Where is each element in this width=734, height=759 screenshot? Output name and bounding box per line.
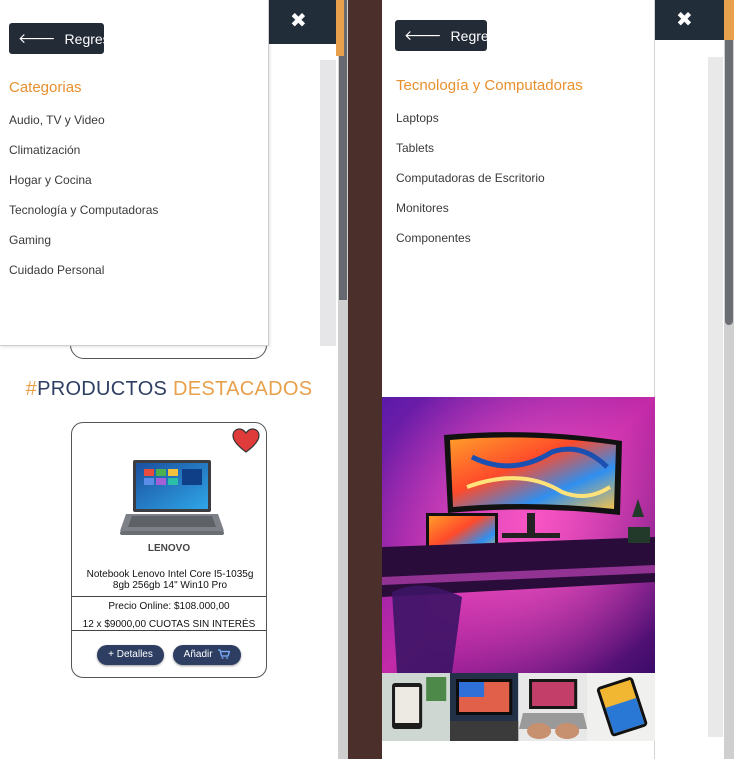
- heading-word-destacados: DESTACADOS: [173, 378, 313, 400]
- thumbnail-tablet-reader[interactable]: [382, 673, 451, 741]
- product-image[interactable]: [120, 457, 224, 537]
- subcategory-item-laptops[interactable]: Laptops: [396, 110, 545, 140]
- subcategory-drawer: 🡐 Regresar Tecnología y Computadoras Lap…: [382, 0, 655, 759]
- left-scrollbar[interactable]: [338, 0, 348, 759]
- back-button-label: Regresar: [64, 30, 123, 47]
- add-to-cart-button[interactable]: Añadir: [173, 645, 241, 665]
- drawer-title: Categorias: [9, 79, 82, 96]
- arrow-left-icon: 🡐: [18, 31, 56, 47]
- heart-icon[interactable]: [232, 428, 260, 454]
- category-drawer: 🡐 Regresar Categorias Audio, TV y Video …: [0, 0, 269, 346]
- category-item-hogar-cocina[interactable]: Hogar y Cocina: [9, 172, 158, 202]
- category-item-gaming[interactable]: Gaming: [9, 232, 158, 262]
- page-background-strip: [708, 57, 723, 737]
- details-button[interactable]: + Detalles: [97, 645, 164, 665]
- back-button[interactable]: 🡐 Regresar: [9, 23, 122, 54]
- subcategory-item-tablets[interactable]: Tablets: [396, 140, 545, 170]
- header-bar: ✖: [654, 0, 734, 56]
- subcategory-list: Laptops Tablets Computadoras de Escritor…: [396, 110, 545, 260]
- category-item-climatizacion[interactable]: Climatización: [9, 142, 158, 172]
- back-button-label: Regresar: [450, 27, 509, 44]
- product-name: Notebook Lenovo Intel Core I5-1035g 8gb …: [86, 569, 254, 591]
- category-list: Audio, TV y Video Climatización Hogar y …: [9, 112, 158, 292]
- back-button[interactable]: 🡐 Regresar: [395, 20, 508, 51]
- add-to-cart-label: Añadir: [183, 649, 213, 660]
- thumbnail-tablet-colorful[interactable]: [586, 673, 655, 741]
- heading-hash: #: [25, 378, 38, 400]
- product-installments: 12 x $9000,00 CUOTAS SIN INTERÉS: [82, 619, 256, 630]
- heading-word-productos: PRODUCTOS: [37, 378, 168, 400]
- category-item-audio-tv-video[interactable]: Audio, TV y Video: [9, 112, 158, 142]
- category-item-tecnologia[interactable]: Tecnología y Computadoras: [9, 202, 158, 232]
- product-brand: LENOVO: [147, 543, 191, 554]
- header-accent: [336, 0, 344, 56]
- close-icon[interactable]: ✖: [290, 10, 307, 30]
- price-box: Precio Online: $108.000,00 12 x $9000,00…: [72, 596, 266, 631]
- close-icon[interactable]: ✖: [676, 9, 693, 29]
- right-screen: ✖ 🡐 Regresar Tecnología y Computadoras L…: [348, 0, 734, 759]
- subcategory-item-desktops[interactable]: Computadoras de Escritorio: [396, 170, 545, 200]
- subcategory-item-monitores[interactable]: Monitores: [396, 200, 545, 230]
- thumbnail-laptop-hands[interactable]: [518, 673, 587, 741]
- drawer-title: Tecnología y Computadoras: [396, 77, 583, 94]
- product-price: Precio Online: $108.000,00: [108, 601, 230, 612]
- background-overlay: [348, 0, 382, 759]
- featured-products-heading: #PRODUCTOS DESTACADOS: [0, 378, 338, 401]
- arrow-left-icon: 🡐: [404, 28, 442, 44]
- right-scrollbar-thumb[interactable]: [725, 40, 733, 325]
- category-thumbnails: [382, 673, 655, 741]
- subcategory-item-componentes[interactable]: Componentes: [396, 230, 545, 260]
- category-hero-image[interactable]: [382, 397, 655, 673]
- left-screen: ✖ 🡐 Regresar Categorias Audio, TV y Vide…: [0, 0, 338, 759]
- category-item-cuidado-personal[interactable]: Cuidado Personal: [9, 262, 158, 292]
- product-card: LENOVO Notebook Lenovo Intel Core I5-103…: [71, 422, 267, 678]
- header-bar: ✖: [268, 0, 336, 44]
- thumbnail-desk-setup[interactable]: [450, 673, 519, 741]
- page-background-strip: [320, 60, 336, 346]
- right-scrollbar[interactable]: [724, 40, 734, 759]
- cart-icon: [218, 649, 231, 660]
